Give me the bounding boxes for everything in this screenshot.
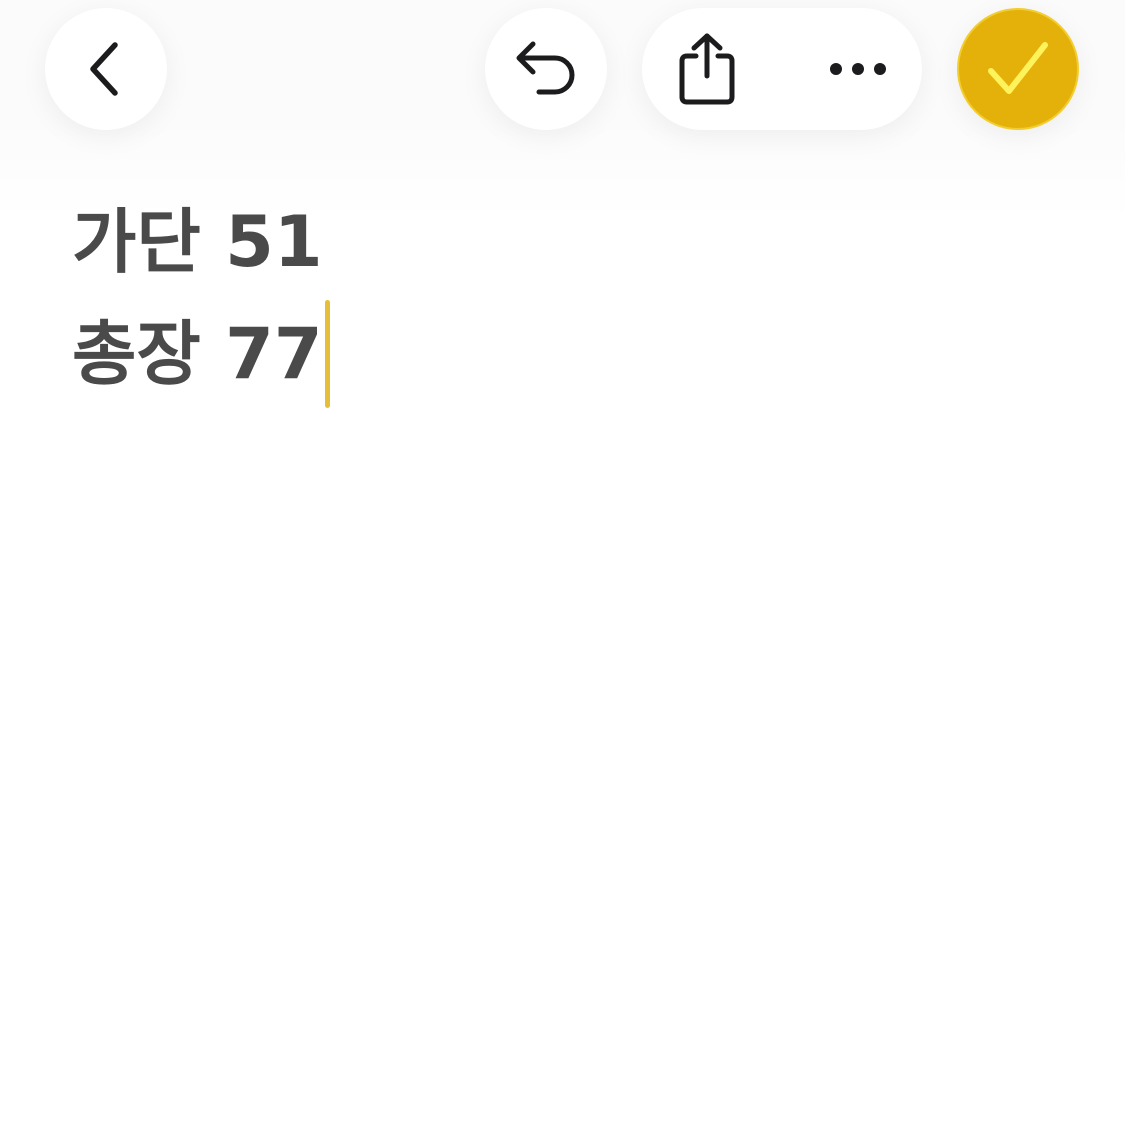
note-line-text: 가단 51 [72,201,323,283]
undo-arrow-icon [516,41,575,95]
note-line-2[interactable]: 총장 77 [72,298,1072,410]
note-line-1[interactable]: 가단 51 [72,186,1072,298]
undo-button[interactable] [485,8,607,130]
done-button[interactable] [957,8,1079,130]
note-body[interactable]: 가단 51 총장 77 [72,186,1072,410]
actions-pill [642,8,922,130]
share-icon [679,33,735,105]
share-button[interactable] [664,8,750,130]
checkmark-icon [988,42,1048,94]
text-cursor [324,300,330,408]
ellipsis-icon [830,63,886,75]
chevron-left-icon [90,42,118,96]
more-button[interactable] [812,8,904,130]
back-button[interactable] [45,8,167,130]
note-line-text: 총장 77 [72,313,323,395]
